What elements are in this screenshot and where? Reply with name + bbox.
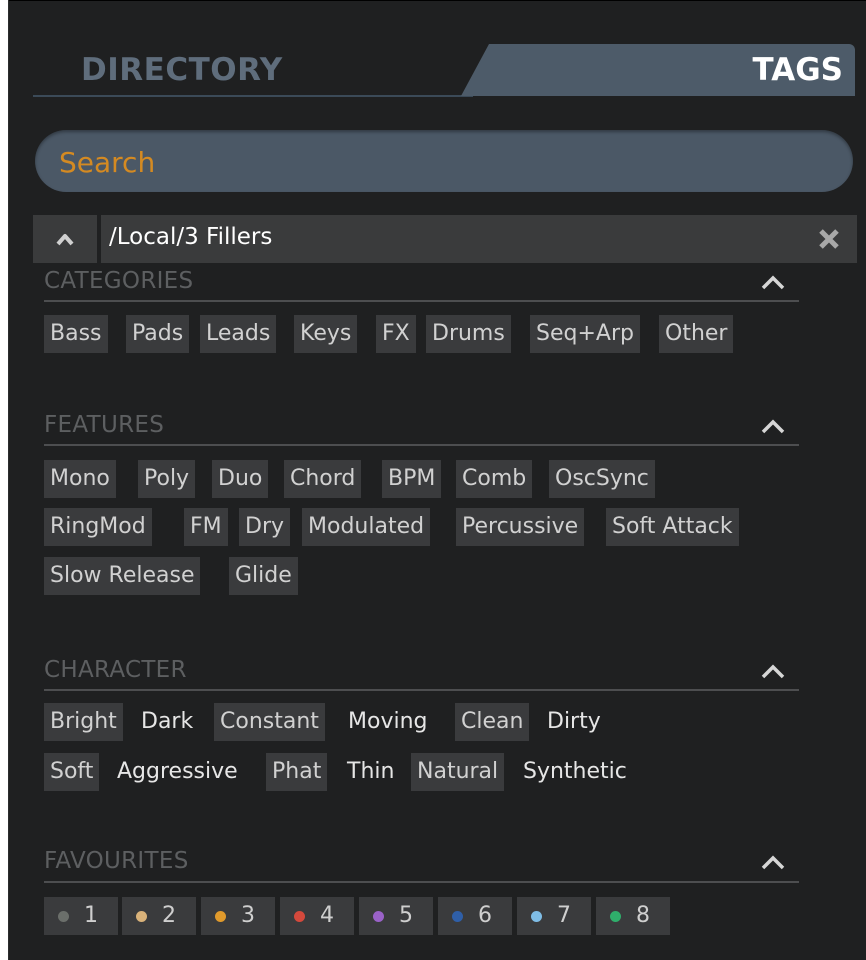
favourite-2[interactable]: 2 [122, 897, 196, 935]
window-frame: DIRECTORY TAGS /Local/3 Fillers CATEGORI… [0, 0, 866, 960]
tag-keys[interactable]: Keys [294, 315, 358, 353]
tab-directory[interactable]: DIRECTORY [33, 44, 483, 96]
favourite-label: 2 [162, 903, 176, 928]
tag-dry[interactable]: Dry [239, 508, 291, 546]
color-dot-icon [452, 911, 463, 922]
collapse-character-button[interactable] [759, 661, 787, 685]
favourite-label: 7 [557, 903, 571, 928]
collapse-categories-button[interactable] [759, 272, 787, 296]
section-divider [44, 444, 799, 446]
tab-tags-label: TAGS [752, 52, 843, 88]
tag-dark[interactable]: Dark [137, 703, 197, 741]
tag-pads[interactable]: Pads [126, 315, 190, 353]
tag-other[interactable]: Other [659, 315, 734, 353]
favourite-label: 4 [320, 903, 334, 928]
chevron-up-icon [761, 855, 785, 870]
favourite-label: 8 [636, 903, 650, 928]
favourite-label: 6 [478, 903, 492, 928]
tag-phat[interactable]: Phat [266, 753, 328, 791]
tab-divider [33, 95, 473, 97]
tag-bright[interactable]: Bright [44, 703, 123, 741]
tag-glide[interactable]: Glide [229, 557, 298, 595]
tag-synthetic[interactable]: Synthetic [519, 753, 631, 791]
tag-dirty[interactable]: Dirty [543, 703, 605, 741]
tag-modulated[interactable]: Modulated [302, 508, 431, 546]
color-dot-icon [136, 911, 147, 922]
tag-soft[interactable]: Soft [44, 753, 100, 791]
tag-fx[interactable]: FX [376, 315, 416, 353]
color-dot-icon [294, 911, 305, 922]
section-title-features: FEATURES [44, 412, 165, 438]
close-icon [819, 229, 839, 249]
favourite-label: 5 [399, 903, 413, 928]
tag-duo[interactable]: Duo [212, 460, 269, 498]
tag-fm[interactable]: FM [184, 508, 228, 546]
color-dot-icon [215, 911, 226, 922]
tag-leads[interactable]: Leads [200, 315, 277, 353]
section-divider [44, 881, 799, 883]
chevron-up-icon [56, 234, 74, 246]
path-text: /Local/3 Fillers [109, 224, 273, 250]
favourite-label: 3 [241, 903, 255, 928]
tag-bass[interactable]: Bass [44, 315, 108, 353]
tag-mono[interactable]: Mono [44, 460, 116, 498]
tag-bpm[interactable]: BPM [382, 460, 442, 498]
tag-soft-attack[interactable]: Soft Attack [606, 508, 739, 546]
search-input[interactable] [57, 140, 821, 184]
color-dot-icon [373, 911, 384, 922]
tag-percussive[interactable]: Percussive [456, 508, 585, 546]
tag-thin[interactable]: Thin [343, 753, 398, 791]
chevron-up-icon [761, 664, 785, 679]
tag-poly[interactable]: Poly [138, 460, 196, 498]
tag-drums[interactable]: Drums [426, 315, 511, 353]
tag-clean[interactable]: Clean [455, 703, 530, 741]
favourite-6[interactable]: 6 [438, 897, 512, 935]
path-display: /Local/3 Fillers [101, 215, 799, 263]
collapse-features-button[interactable] [759, 416, 787, 440]
chevron-up-icon [761, 419, 785, 434]
tab-tags[interactable]: TAGS [461, 44, 855, 96]
chevron-up-icon [761, 275, 785, 290]
section-divider [44, 300, 799, 302]
section-title-character: CHARACTER [44, 657, 187, 683]
tag-chord[interactable]: Chord [284, 460, 362, 498]
color-dot-icon [531, 911, 542, 922]
favourite-8[interactable]: 8 [596, 897, 670, 935]
search-field[interactable] [35, 130, 853, 192]
tag-ringmod[interactable]: RingMod [44, 508, 152, 546]
tag-natural[interactable]: Natural [411, 753, 505, 791]
tag-seq-arp[interactable]: Seq+Arp [530, 315, 640, 353]
tag-browser-panel: DIRECTORY TAGS /Local/3 Fillers CATEGORI… [8, 0, 866, 960]
tag-aggressive[interactable]: Aggressive [113, 753, 242, 791]
section-divider [44, 689, 799, 691]
favourite-5[interactable]: 5 [359, 897, 433, 935]
section-title-favourites: FAVOURITES [44, 848, 189, 874]
tab-directory-label: DIRECTORY [81, 52, 283, 88]
favourite-label: 1 [84, 903, 98, 928]
parent-folder-button[interactable] [33, 215, 97, 263]
tag-moving[interactable]: Moving [344, 703, 431, 741]
collapse-favourites-button[interactable] [759, 852, 787, 876]
clear-path-button[interactable] [799, 215, 857, 263]
color-dot-icon [58, 911, 69, 922]
tag-constant[interactable]: Constant [214, 703, 325, 741]
favourite-4[interactable]: 4 [280, 897, 354, 935]
tag-oscsync[interactable]: OscSync [549, 460, 655, 498]
favourite-7[interactable]: 7 [517, 897, 591, 935]
tag-slow-release[interactable]: Slow Release [44, 557, 201, 595]
tag-comb[interactable]: Comb [456, 460, 533, 498]
favourite-3[interactable]: 3 [201, 897, 275, 935]
section-title-categories: CATEGORIES [44, 268, 194, 294]
favourite-1[interactable]: 1 [44, 897, 118, 935]
color-dot-icon [610, 911, 621, 922]
